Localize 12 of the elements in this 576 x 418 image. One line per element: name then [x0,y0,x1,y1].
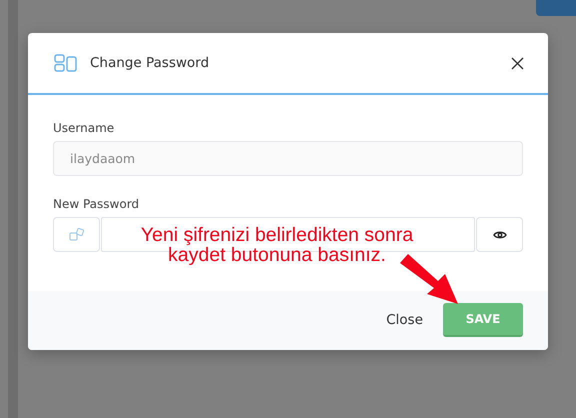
close-icon[interactable] [511,56,524,70]
close-button[interactable]: Close [386,312,423,328]
annotation-text: Yeni şifrenizi belirledikten sonra [140,225,414,245]
field-label: New Password [53,197,140,211]
dice-icon [68,228,84,242]
dialog-title: Change Password [90,55,210,71]
field-label: Username [53,121,116,135]
show-password-button[interactable] [476,217,523,252]
eye-icon [492,230,506,240]
save-button[interactable]: SAVE [443,303,523,337]
annotation-text: kaydet butonuna basınız. [168,245,386,265]
panels-icon [54,54,78,72]
